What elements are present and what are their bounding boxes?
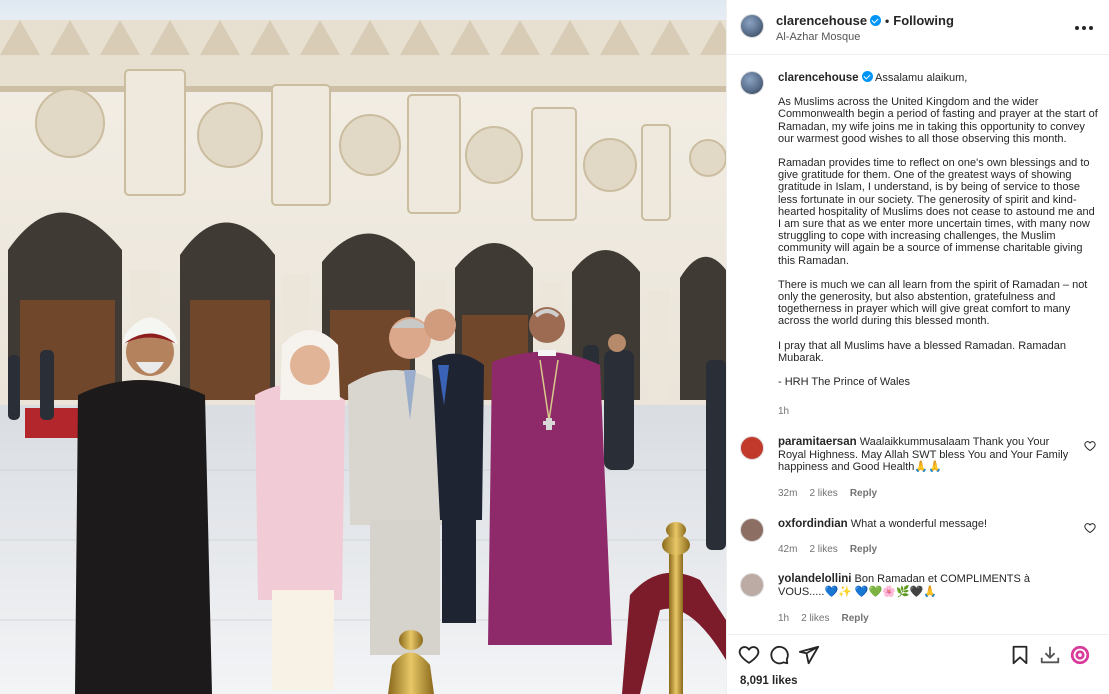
- caption-paragraph: There is much we can all learn from the …: [778, 278, 1091, 328]
- caption-text: clarencehouse Assalamu alaikum, As Musli…: [778, 71, 1100, 388]
- caption-paragraph: I pray that all Muslims have a blessed R…: [778, 339, 1070, 364]
- caption-avatar[interactable]: [740, 71, 764, 95]
- post-photo[interactable]: [0, 0, 726, 694]
- commenter-avatar[interactable]: [740, 436, 764, 460]
- extension-icon[interactable]: [1069, 644, 1091, 666]
- comment-text: paramitaersan Waalaikkummusalaam Thank y…: [778, 436, 1076, 474]
- like-comment-heart-icon[interactable]: [1084, 522, 1096, 534]
- caption-greeting: Assalamu alaikum,: [875, 72, 968, 84]
- caption-username[interactable]: clarencehouse: [778, 72, 859, 84]
- comment-body: What a wonderful message!: [850, 518, 988, 530]
- post-details-panel: clarencehouse • Following Al-Azhar Mosque …: [726, 0, 1109, 694]
- following-button[interactable]: Following: [893, 13, 954, 28]
- comment-username[interactable]: yolandelollini: [778, 573, 851, 585]
- comment-username[interactable]: paramitaersan: [778, 436, 857, 448]
- comments-list[interactable]: clarencehouse Assalamu alaikum, As Musli…: [727, 56, 1109, 634]
- comment-text: yolandelollini Bon Ramadan et COMPLIMENT…: [778, 573, 1076, 598]
- comment-meta: 1h 2 likes Reply: [778, 613, 881, 624]
- post-header: clarencehouse • Following Al-Azhar Mosque: [727, 0, 1109, 55]
- comment-meta: 32m 2 likes Reply: [778, 488, 889, 499]
- like-comment-heart-icon[interactable]: [1084, 440, 1096, 452]
- author-avatar[interactable]: [740, 14, 764, 38]
- reply-button[interactable]: Reply: [850, 488, 877, 499]
- caption-paragraph: As Muslims across the United Kingdom and…: [778, 96, 1101, 145]
- reply-button[interactable]: Reply: [850, 544, 877, 555]
- comment-likes[interactable]: 2 likes: [801, 613, 829, 624]
- verified-badge-icon: [861, 71, 873, 82]
- comment-likes[interactable]: 2 likes: [809, 544, 837, 555]
- comment-meta: 42m 2 likes Reply: [778, 544, 889, 555]
- verified-badge-icon: [870, 15, 882, 26]
- comment-time: 1h: [778, 613, 790, 624]
- heart-icon[interactable]: [738, 644, 760, 666]
- action-bar: 8,091 likes: [727, 634, 1109, 694]
- caption-paragraph: Ramadan provides time to reflect on one'…: [778, 157, 1098, 267]
- share-icon[interactable]: [798, 644, 820, 666]
- commenter-avatar[interactable]: [740, 573, 764, 597]
- caption-signature: - HRH The Prince of Wales: [778, 376, 911, 389]
- comment-likes[interactable]: 2 likes: [809, 488, 837, 499]
- follow-separator: •: [885, 14, 890, 28]
- reply-button[interactable]: Reply: [841, 613, 868, 624]
- comment-icon[interactable]: [768, 644, 790, 666]
- comment-time: 32m: [778, 488, 798, 499]
- location-link[interactable]: Al-Azhar Mosque: [776, 31, 860, 43]
- photo-illustration: [0, 0, 726, 694]
- bookmark-icon[interactable]: [1009, 644, 1031, 666]
- comment-text: oxfordindian What a wonderful message!: [778, 518, 1076, 531]
- commenter-avatar[interactable]: [740, 518, 764, 542]
- more-options-icon[interactable]: [1074, 18, 1094, 38]
- author-line: clarencehouse • Following: [776, 13, 954, 28]
- likes-count[interactable]: 8,091 likes: [740, 675, 798, 687]
- download-icon[interactable]: [1039, 644, 1061, 666]
- author-username[interactable]: clarencehouse: [776, 13, 867, 28]
- caption-timestamp: 1h: [778, 406, 790, 417]
- comment-username[interactable]: oxfordindian: [778, 518, 848, 530]
- comment-time: 42m: [778, 544, 798, 555]
